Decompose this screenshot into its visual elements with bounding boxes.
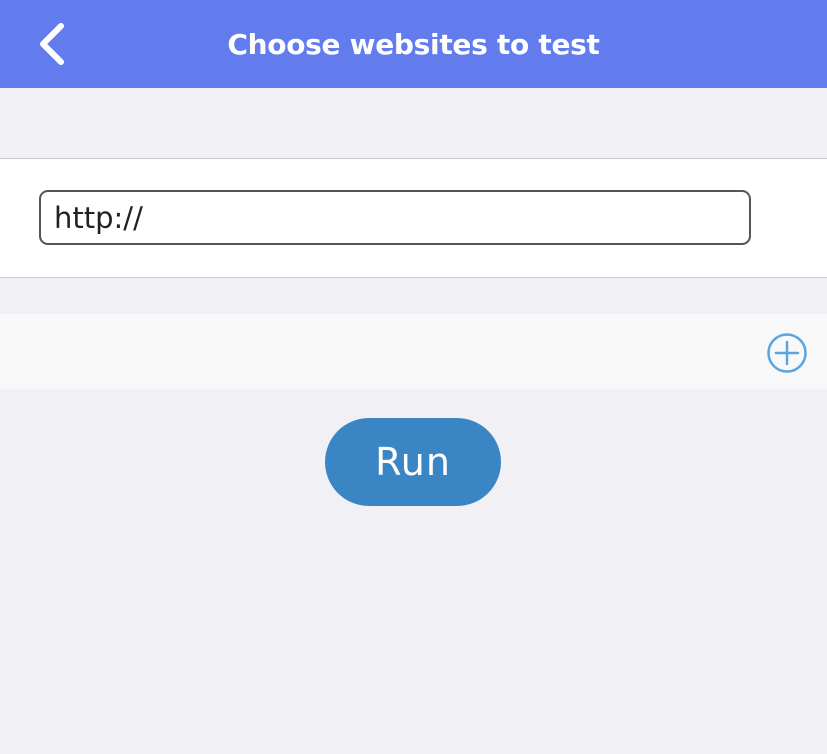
url-section	[0, 158, 827, 278]
page-title: Choose websites to test	[227, 28, 600, 61]
url-input[interactable]	[39, 190, 751, 245]
add-website-row	[0, 314, 827, 389]
add-website-button[interactable]	[766, 332, 808, 374]
back-button[interactable]	[30, 20, 76, 68]
plus-circle-icon	[767, 333, 807, 373]
chevron-left-icon	[40, 23, 64, 65]
header-bar: Choose websites to test	[0, 0, 827, 88]
run-button[interactable]: Run	[325, 418, 501, 506]
